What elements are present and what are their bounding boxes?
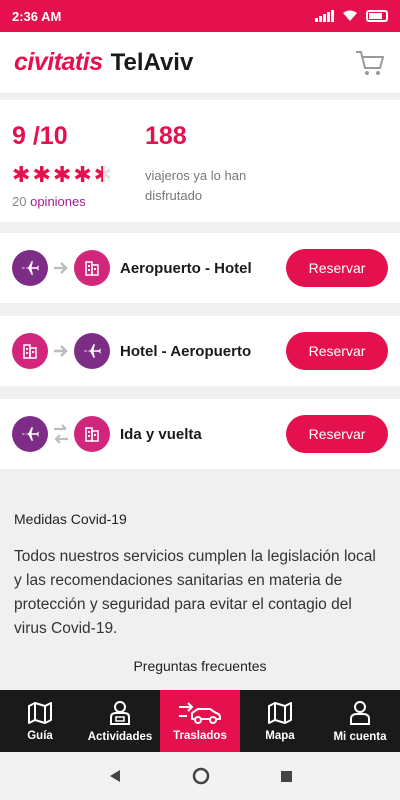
star-icon: ✱ bbox=[73, 162, 92, 187]
reserve-button[interactable]: Reservar bbox=[286, 332, 388, 370]
travelers-text: viajeros ya lo han disfrutado bbox=[145, 168, 247, 203]
faq-link[interactable]: Preguntas frecuentes bbox=[0, 658, 400, 674]
user-icon bbox=[350, 700, 370, 725]
nav-item-guia[interactable]: Guía bbox=[0, 690, 80, 752]
nav-label: Traslados bbox=[173, 729, 227, 742]
opinions-link[interactable]: 20 opiniones bbox=[12, 194, 86, 209]
signal-icon bbox=[315, 10, 334, 22]
map-icon bbox=[268, 701, 292, 724]
wifi-icon bbox=[343, 10, 357, 21]
city-title: TelAviv bbox=[110, 48, 194, 76]
route-title: Aeropuerto - Hotel bbox=[120, 259, 252, 277]
map-guide-icon bbox=[28, 701, 52, 724]
star-icon: ✱ bbox=[12, 162, 31, 187]
person-ticket-icon bbox=[110, 700, 130, 725]
opinions-count: 20 bbox=[12, 194, 27, 209]
nav-item-mapa[interactable]: Mapa bbox=[240, 690, 320, 752]
nav-label: Mapa bbox=[265, 729, 295, 742]
travelers-count: 188 bbox=[145, 122, 187, 150]
opinions-label: opiniones bbox=[30, 194, 86, 209]
route-title: Hotel - Aeropuerto bbox=[120, 342, 252, 360]
star-icon: ✱ bbox=[32, 162, 51, 187]
nav-label: Mi cuenta bbox=[333, 730, 387, 743]
app-header: civitatis TelAviv bbox=[0, 32, 400, 94]
route-title: Ida y vuelta bbox=[120, 425, 202, 443]
system-nav-bar bbox=[0, 752, 400, 800]
route-card-hotel-airport: Hotel - Aeropuerto Reservar bbox=[0, 316, 400, 386]
hotel-icon bbox=[74, 416, 110, 452]
hotel-icon bbox=[74, 250, 110, 286]
back-icon[interactable] bbox=[108, 769, 122, 783]
star-icon: ✱ bbox=[52, 162, 72, 187]
bottom-nav: Guía Actividades Traslados Mapa Mi cuent… bbox=[0, 690, 400, 752]
airplane-icon bbox=[12, 250, 48, 286]
rating-score: 9 /10 bbox=[12, 122, 68, 150]
home-icon[interactable] bbox=[192, 767, 210, 785]
reserve-button[interactable]: Reservar bbox=[286, 249, 388, 287]
battery-icon bbox=[366, 10, 388, 22]
recents-icon[interactable] bbox=[280, 770, 293, 783]
arrow-right-icon bbox=[48, 344, 74, 358]
nav-label: Actividades bbox=[87, 730, 153, 743]
half-star-icon: ✱ bbox=[94, 164, 112, 187]
nav-item-actividades[interactable]: Actividades bbox=[80, 690, 160, 752]
nav-label: Guía bbox=[27, 729, 53, 742]
status-bar: 2:36 AM bbox=[0, 0, 400, 32]
car-transfer-icon bbox=[179, 701, 221, 724]
arrow-right-icon bbox=[48, 261, 74, 275]
swap-arrows-icon bbox=[48, 423, 74, 445]
reserve-button[interactable]: Reservar bbox=[286, 415, 388, 453]
hotel-icon bbox=[12, 333, 48, 369]
route-card-round-trip: Ida y vuelta Reservar bbox=[0, 399, 400, 469]
route-card-airport-hotel: Aeropuerto - Hotel Reservar bbox=[0, 233, 400, 303]
status-time: 2:36 AM bbox=[12, 8, 62, 24]
rating-card: 9 /10 188 ✱ ✱ ✱ ✱ ✱ 20 opiniones viajero… bbox=[0, 100, 400, 222]
rating-stars: ✱ ✱ ✱ ✱ ✱ bbox=[12, 162, 112, 187]
covid-text: Todos nuestros servicios cumplen la legi… bbox=[14, 548, 376, 637]
brand-logo[interactable]: civitatis bbox=[14, 48, 103, 77]
airplane-icon bbox=[12, 416, 48, 452]
nav-item-mi-cuenta[interactable]: Mi cuenta bbox=[320, 690, 400, 752]
cart-icon[interactable] bbox=[354, 47, 386, 79]
covid-title: Medidas Covid-19 bbox=[14, 511, 127, 527]
nav-item-traslados[interactable]: Traslados bbox=[160, 690, 240, 752]
airplane-icon bbox=[74, 333, 110, 369]
